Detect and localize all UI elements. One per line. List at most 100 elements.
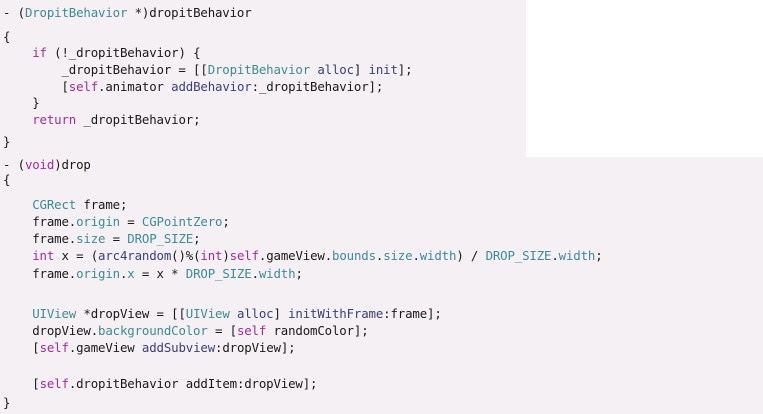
code-token: ; — [295, 266, 303, 281]
code-token: ]; — [397, 62, 413, 77]
code-token: [ — [3, 376, 40, 391]
code-token: frame. — [3, 266, 77, 281]
code-token: = — [105, 231, 128, 246]
code-token: } — [3, 95, 40, 110]
code-token: [ — [3, 340, 40, 355]
code-line: [self.animator addBehavior:_dropitBehavi… — [3, 78, 383, 95]
code-line: { — [3, 171, 10, 188]
code-token: addSubview — [141, 340, 216, 355]
code-token: CGRect — [32, 197, 77, 212]
code-token: size — [76, 231, 106, 246]
code-token: backgroundColor — [98, 323, 208, 338]
code-token: = — [119, 214, 142, 229]
code-line: CGRect frame; — [3, 196, 127, 213]
code-token: (!_dropitBehavior) { — [46, 45, 201, 60]
code-line: [self.gameView addSubview:dropView]; — [3, 339, 295, 356]
code-line: return _dropitBehavior; — [3, 111, 200, 128]
code-token: [ — [3, 79, 69, 94]
code-token: ) / — [456, 248, 486, 263]
code-token: bounds — [332, 248, 376, 263]
code-token: dropView. — [3, 323, 99, 338]
code-token: width — [558, 248, 596, 263]
code-token: self — [68, 79, 99, 94]
code-token: .gameView. — [258, 248, 333, 263]
code-token: } — [3, 134, 11, 149]
code-token: if — [32, 45, 47, 60]
code-token: frame. — [3, 214, 77, 229]
code-line: { — [3, 28, 10, 45]
code-token: alloc — [317, 62, 354, 77]
code-token: ; — [595, 248, 603, 263]
code-line: - (DropitBehavior *)dropitBehavior — [3, 4, 252, 21]
code-token: CGPointZero — [141, 214, 223, 229]
code-token: - ( — [3, 5, 25, 20]
code-token: frame; — [76, 197, 128, 212]
code-line: UIView *dropView = [[UIView alloc] initW… — [3, 305, 442, 322]
code-token: ()%( — [171, 248, 201, 263]
code-token: { — [3, 172, 11, 187]
code-line: } — [3, 394, 10, 411]
code-line: frame.origin.x = x * DROP_SIZE.width; — [3, 265, 303, 282]
code-token: return — [32, 112, 77, 127]
code-token: addBehavior — [171, 79, 252, 94]
code-token: self — [236, 323, 267, 338]
code-token: self — [39, 376, 69, 391]
code-token: width — [419, 248, 457, 263]
code-line: _dropitBehavior = [[DropitBehavior alloc… — [3, 61, 412, 78]
code-line: frame.origin = CGPointZero; — [3, 213, 230, 230]
code-token: )drop — [54, 157, 91, 172]
code-token: frame. — [3, 231, 77, 246]
code-token: :_dropitBehavior]; — [251, 79, 384, 94]
code-token: .dropitBehavior addItem:dropView]; — [68, 376, 318, 391]
code-line: dropView.backgroundColor = [self randomC… — [3, 322, 369, 339]
code-line: int x = (arc4random()%(int)self.gameView… — [3, 247, 603, 264]
code-token: UIView — [185, 306, 230, 321]
code-line: } — [3, 94, 40, 111]
code-token: DROP_SIZE — [485, 248, 552, 263]
code-token: _dropitBehavior = [[ — [3, 62, 208, 77]
code-token: UIView — [32, 306, 77, 321]
code-token: randomColor]; — [266, 323, 369, 338]
code-token: int — [200, 248, 223, 263]
code-token: DropitBehavior — [24, 5, 128, 20]
code-token: init — [368, 62, 398, 77]
code-token: :dropView]; — [215, 340, 296, 355]
code-token: = [ — [207, 323, 237, 338]
code-token: :frame]; — [383, 306, 442, 321]
code-token: . — [551, 248, 559, 263]
code-token: origin — [76, 266, 120, 281]
code-token: ] — [273, 306, 289, 321]
code-token: } — [3, 395, 11, 410]
code-token: alloc — [236, 306, 274, 321]
code-token: *dropView = [[ — [76, 306, 186, 321]
code-token: initWithFrame — [288, 306, 384, 321]
code-line: if (!_dropitBehavior) { — [3, 44, 200, 61]
code-token: ; — [222, 214, 230, 229]
code-token: size — [383, 248, 413, 263]
code-editor[interactable]: - (DropitBehavior *)dropitBehavior { if (… — [0, 0, 763, 414]
code-token: .animator — [98, 79, 172, 94]
code-token: . — [251, 266, 259, 281]
code-token: = x * — [134, 266, 186, 281]
code-line: [self.dropitBehavior addItem:dropView]; — [3, 375, 317, 392]
code-token: - ( — [3, 157, 25, 172]
code-line: frame.size = DROP_SIZE; — [3, 230, 200, 247]
code-token: self — [229, 248, 259, 263]
code-token: x — [127, 266, 135, 281]
code-token: origin — [76, 214, 120, 229]
code-token: . — [412, 248, 420, 263]
code-token: _dropitBehavior; — [76, 112, 201, 127]
code-token: DROP_SIZE — [127, 231, 194, 246]
code-line: } — [3, 133, 10, 150]
code-token: ) — [222, 248, 230, 263]
code-token: int — [32, 248, 55, 263]
code-token: .gameView — [68, 340, 142, 355]
code-token: ; — [193, 231, 201, 246]
code-token: DROP_SIZE — [185, 266, 252, 281]
